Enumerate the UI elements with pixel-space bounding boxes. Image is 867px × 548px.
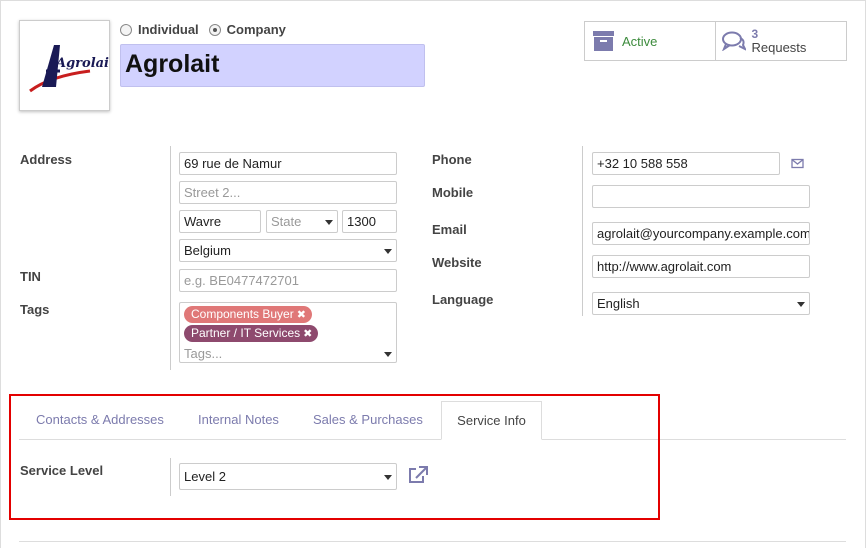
website-label: Website xyxy=(432,255,482,270)
state-select[interactable]: State xyxy=(266,210,338,233)
partner-avatar[interactable]: Agrolait xyxy=(19,20,110,111)
service-level-value: Level 2 xyxy=(184,469,226,484)
requests-count: 3 xyxy=(751,27,759,41)
mobile-label: Mobile xyxy=(432,185,474,200)
tab-contacts-addresses[interactable]: Contacts & Addresses xyxy=(36,412,164,427)
individual-radio[interactable] xyxy=(120,23,132,36)
remove-tag-icon[interactable]: ✖ xyxy=(297,309,306,321)
chevron-down-icon xyxy=(797,302,805,307)
company-option[interactable]: Company xyxy=(208,22,286,37)
address-label: Address xyxy=(20,152,73,167)
partner-name-input[interactable]: Agrolait xyxy=(120,44,425,87)
left-separator xyxy=(170,146,171,370)
zip-input[interactable]: 1300 xyxy=(342,210,397,233)
requests-button[interactable]: 3 Requests xyxy=(716,22,847,60)
tags-label: Tags xyxy=(20,302,50,317)
tab-sales-purchases[interactable]: Sales & Purchases xyxy=(313,412,423,427)
email-label: Email xyxy=(432,222,467,237)
company-label: Company xyxy=(226,22,286,37)
tab-service-info[interactable]: Service Info xyxy=(441,401,542,440)
agrolait-logo: Agrolait xyxy=(29,45,109,93)
tags-placeholder: Tags... xyxy=(184,346,223,361)
chevron-down-icon xyxy=(325,220,333,225)
service-separator xyxy=(170,458,171,496)
website-input[interactable]: http://www.agrolait.com xyxy=(592,255,810,278)
tag-label: Partner / IT Services xyxy=(191,326,301,340)
individual-label: Individual xyxy=(138,22,199,37)
country-value: Belgium xyxy=(184,243,231,258)
tin-input[interactable]: e.g. BE0477472701 xyxy=(179,269,397,292)
language-select[interactable]: English xyxy=(592,292,810,315)
right-separator xyxy=(582,146,583,316)
language-label: Language xyxy=(432,292,494,307)
phone-input[interactable]: +32 10 588 558 xyxy=(592,152,780,175)
company-type-radio-group: Individual Company xyxy=(120,22,296,37)
street2-input[interactable]: Street 2... xyxy=(179,181,397,204)
envelope-icon[interactable] xyxy=(791,158,804,169)
country-select[interactable]: Belgium xyxy=(179,239,397,262)
logo-text: Agrolait xyxy=(54,56,109,71)
service-level-select[interactable]: Level 2 xyxy=(179,463,397,490)
chevron-down-icon xyxy=(384,475,392,480)
tag-partner-it-services: Partner / IT Services ✖ xyxy=(184,325,319,342)
comments-icon xyxy=(721,31,746,51)
phone-label: Phone xyxy=(432,152,472,167)
external-link-icon[interactable] xyxy=(408,466,428,484)
state-placeholder: State xyxy=(271,214,302,229)
service-level-label: Service Level xyxy=(20,463,104,478)
tag-components-buyer: Components Buyer ✖ xyxy=(184,306,312,323)
company-radio[interactable] xyxy=(208,23,221,36)
tags-input[interactable]: Components Buyer ✖ Partner / IT Services ✖… xyxy=(179,302,397,363)
archive-icon xyxy=(593,31,614,51)
tin-label: TIN xyxy=(20,269,41,284)
email-input[interactable]: agrolait@yourcompany.example.com xyxy=(592,222,810,245)
active-toggle-button[interactable]: Active xyxy=(585,22,716,60)
bottom-divider xyxy=(19,541,846,542)
tag-label: Components Buyer xyxy=(191,307,294,321)
remove-tag-icon[interactable]: ✖ xyxy=(303,328,312,340)
active-label: Active xyxy=(622,33,658,49)
chevron-down-icon xyxy=(384,249,392,254)
language-value: English xyxy=(597,296,640,311)
individual-option[interactable]: Individual xyxy=(120,22,199,37)
smart-button-box: Active 3 Requests xyxy=(584,21,847,61)
requests-label: Requests xyxy=(751,40,807,55)
city-input[interactable]: Wavre xyxy=(179,210,261,233)
chevron-down-icon xyxy=(384,352,392,357)
mobile-input[interactable] xyxy=(592,185,810,208)
tabs-divider xyxy=(19,439,846,440)
street-input[interactable]: 69 rue de Namur xyxy=(179,152,397,175)
tab-internal-notes[interactable]: Internal Notes xyxy=(198,412,279,427)
